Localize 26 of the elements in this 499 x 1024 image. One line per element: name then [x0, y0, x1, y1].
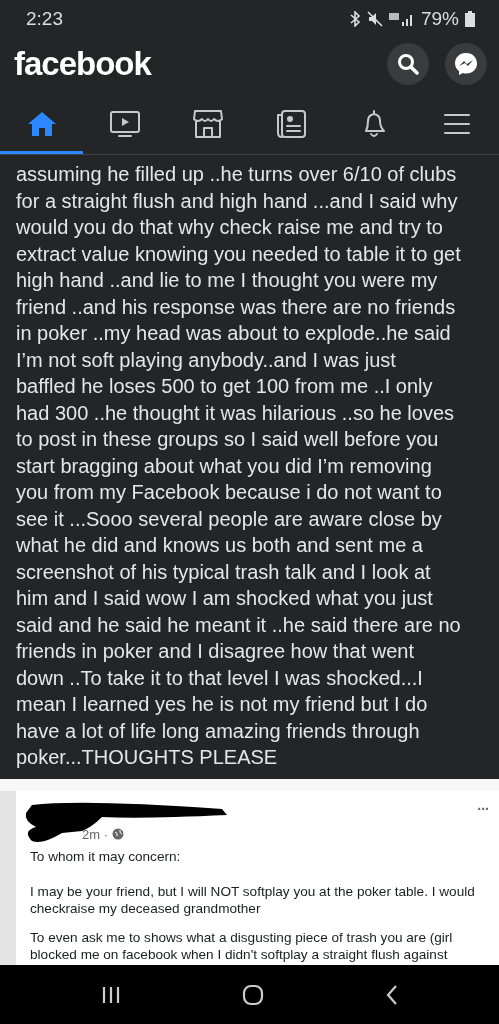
- more-options[interactable]: ...: [477, 796, 489, 813]
- back-icon: [384, 983, 399, 1006]
- recent-apps-icon: [100, 984, 121, 1005]
- newspaper-icon: [275, 108, 308, 139]
- signal-icon: [388, 11, 415, 27]
- home-icon: [26, 110, 57, 137]
- search-button[interactable]: [387, 43, 429, 85]
- mute-icon: [366, 11, 383, 27]
- post-time: 2m ·: [82, 826, 108, 842]
- video-icon: [108, 109, 141, 138]
- storefront-icon: [191, 108, 224, 139]
- home-button-icon: [241, 983, 264, 1006]
- messenger-button[interactable]: [445, 43, 487, 85]
- comment-paragraph: To whom it may concern:: [30, 847, 182, 865]
- globe-icon: [112, 828, 124, 840]
- status-time: 2:23: [26, 8, 63, 30]
- post-text: assuming he filled up ..he turns over 6/10 of clubs for a straight flush and high hand ...and I said why would you do that why check raise me and try to extract value knowing you needed to table it to get high hand ..and lie to me I thought you were my friend ..and his response was there are no friends in poker ..my head was about to explode..he said I’m not soft playing anybody..and I was just baffled he loses 500 to get 100 from me ..I only had 300 ..he thought it was hilarious ..so he loves to post in these groups so I said well before you start bragging about what you did I’m removing you from my Facebook because i do not want to see it ...Sooo several people are aware close by what he did and knows us both and sent me a screenshot of his typical trash talk and I look at him and I said wow I am shocked what you just said and he said he meant it ..he said there are no friends in poker and I disagree how that went down ..To take it to that level I was shocked...I mean I learned yes he is not my friend but I do have a lot of life long amazing friends through poker...THOUGHTS PLEASE: [15, 162, 462, 770]
- comment-paragraph: I may be your friend, but I will NOT softplay you at the poker table. I would checkraise my deceased grandmother: [30, 882, 476, 917]
- messenger-icon: [454, 52, 478, 76]
- comment-paragraph: To even ask me to shows what a disgusting piece of trash you are (girl blocked me on facebook when I didn't softplay a straight flush against: [30, 928, 454, 963]
- battery-icon: [465, 11, 475, 27]
- search-icon: [397, 53, 419, 75]
- menu-icon: [443, 111, 472, 136]
- bluetooth-icon: [348, 11, 361, 27]
- battery-percent: 79%: [420, 8, 459, 30]
- facebook-logo: facebook: [14, 45, 151, 83]
